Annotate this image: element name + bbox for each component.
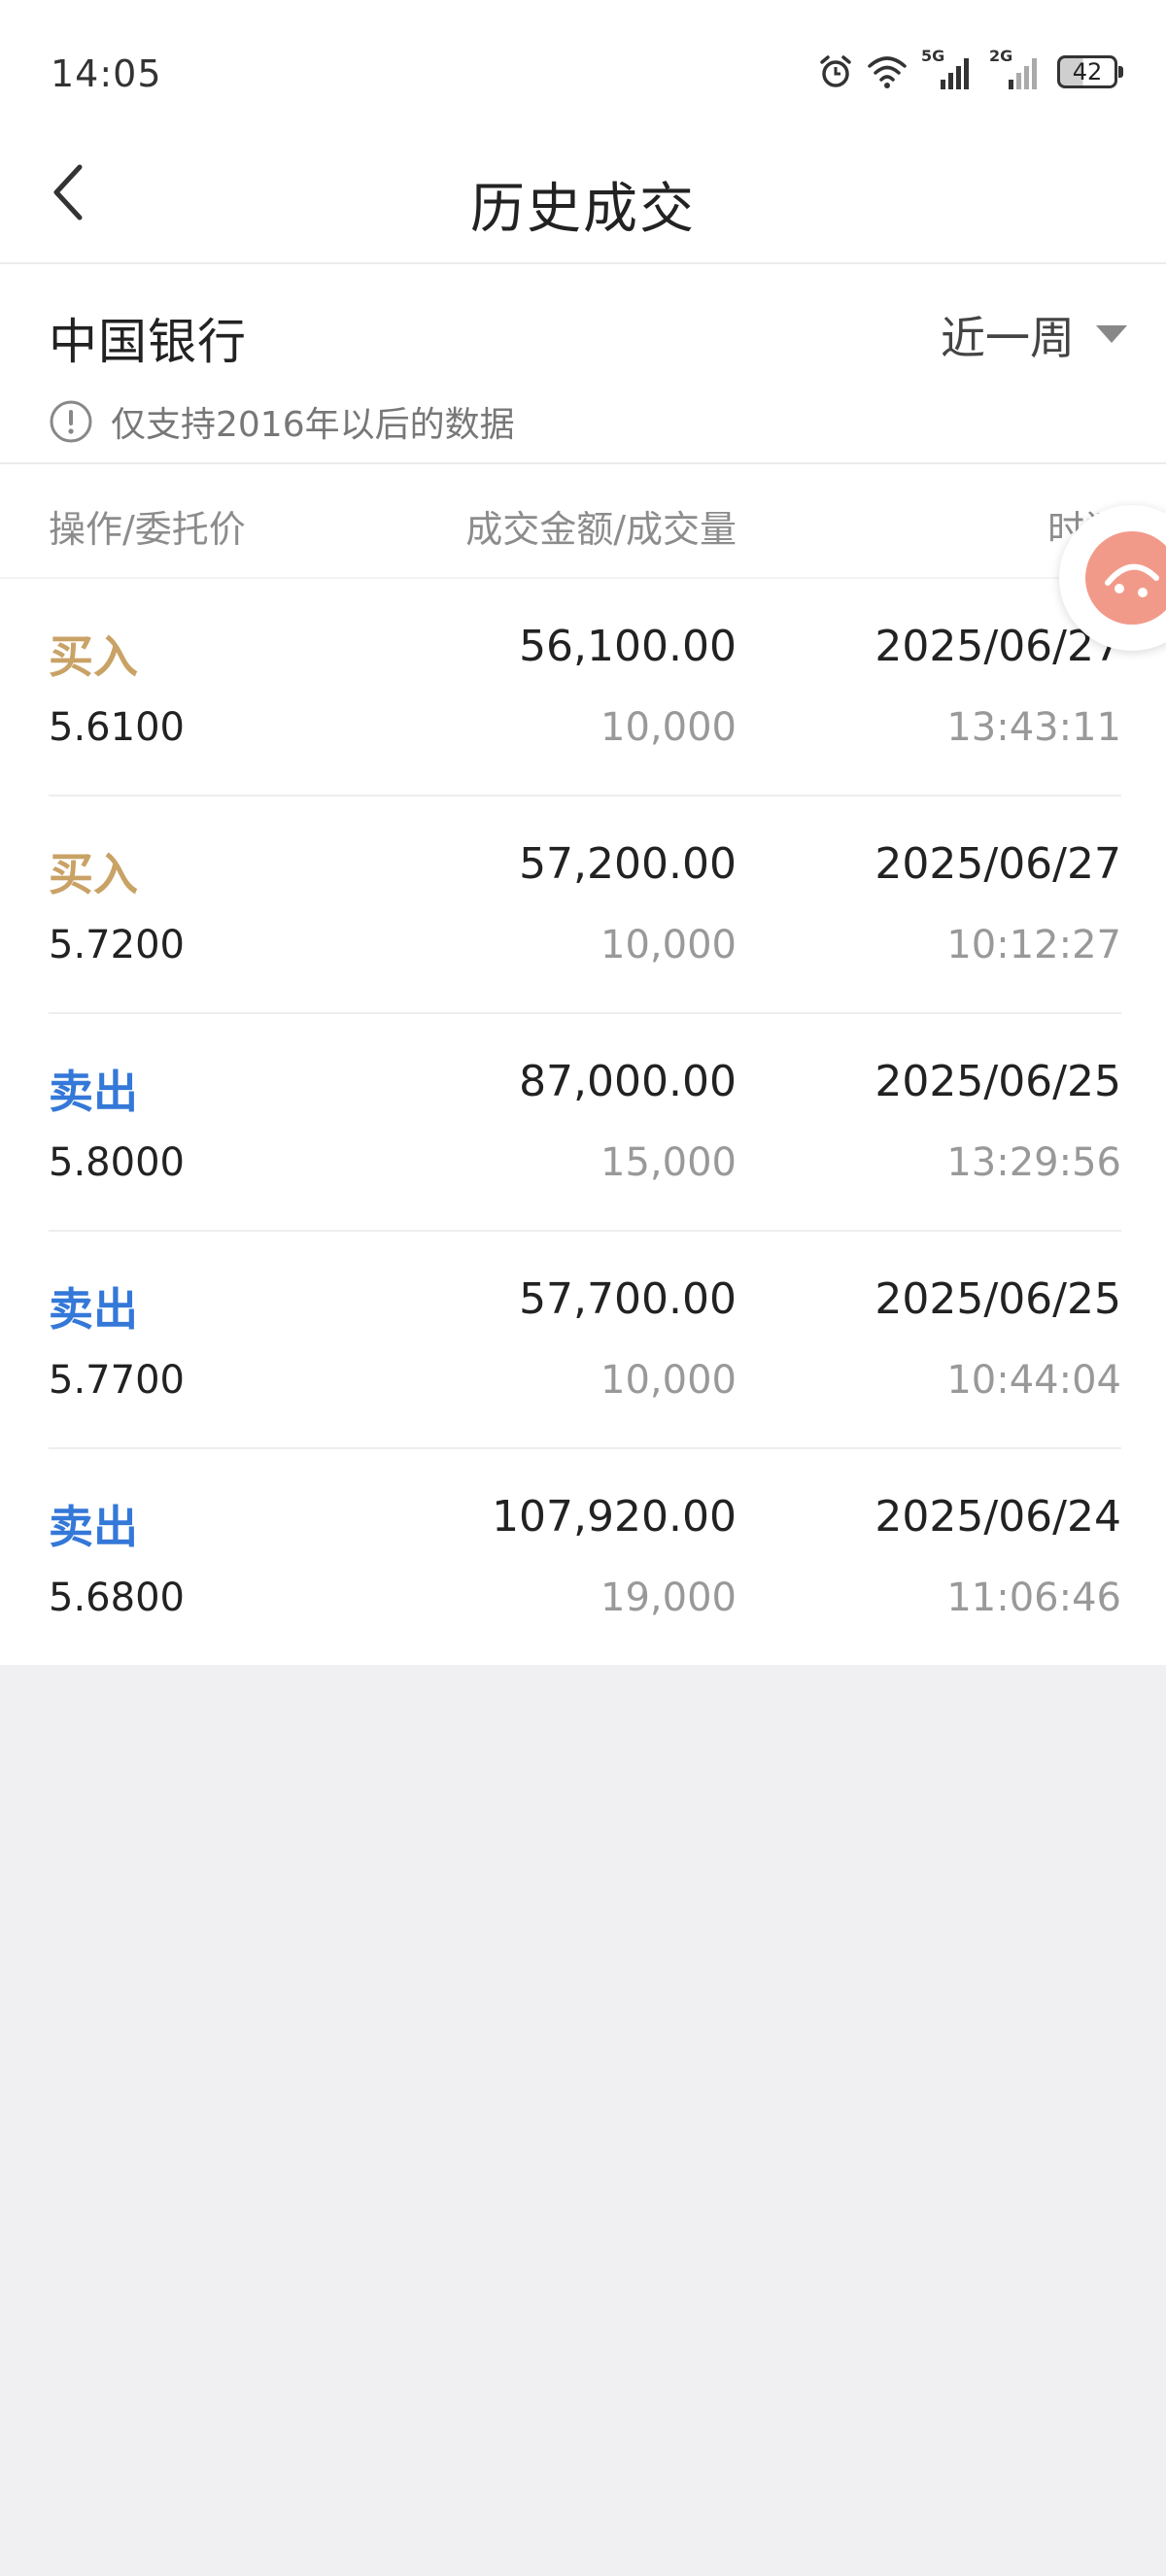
trade-time: 10:12:27 [946,923,1121,967]
trade-amount: 107,920.00 [492,1492,737,1542]
trade-quantity: 10,000 [600,1358,737,1403]
trade-amount: 87,000.00 [519,1057,737,1106]
trade-action: 买入 [49,630,138,683]
column-header-amount-volume: 成交金额/成交量 [465,508,737,551]
nav-header: 历史成交 [0,126,1166,264]
trade-amount: 57,700.00 [519,1274,737,1324]
notice-text: 仅支持2016年以后的数据 [111,405,515,445]
data-range-notice: 仅支持2016年以后的数据 [49,396,515,447]
top-panel: 14:05 5G 2G 42 历史成交 中国银行 近一周 仅支持2016年以后的… [0,0,1166,1665]
trade-date: 2025/06/24 [874,1492,1121,1542]
info-icon [50,400,92,443]
trade-time: 13:29:56 [946,1140,1121,1185]
table-row[interactable]: 卖出 5.7700 57,700.00 10,000 2025/06/25 10… [49,1232,1121,1449]
trade-date: 2025/06/25 [874,1057,1121,1106]
trade-price: 5.8000 [49,1140,185,1185]
trade-action: 卖出 [49,1501,138,1553]
assistant-icon [1085,531,1166,625]
trade-action: 卖出 [49,1283,138,1336]
column-header-action-price: 操作/委托价 [49,508,246,551]
status-time: 14:05 [51,52,162,95]
trade-time: 10:44:04 [946,1358,1121,1403]
trade-amount: 57,200.00 [519,839,737,889]
trade-price: 5.7200 [49,923,185,967]
trade-price: 5.6100 [49,705,185,750]
trade-price: 5.6800 [49,1576,185,1620]
battery-icon: 42 [1057,55,1123,88]
wifi-icon [868,56,907,88]
trade-price: 5.7700 [49,1358,185,1403]
trade-action: 买入 [49,848,138,900]
trade-quantity: 10,000 [600,705,737,750]
alarm-icon [820,55,851,87]
table-row[interactable]: 卖出 5.6800 107,920.00 19,000 2025/06/24 1… [49,1449,1121,1665]
trade-amount: 56,100.00 [519,622,737,671]
trade-quantity: 15,000 [600,1140,737,1185]
period-dropdown[interactable]: 近一周 [941,303,1127,367]
signal-2g-icon: 2G [989,47,1044,91]
trade-quantity: 19,000 [600,1576,737,1620]
status-icons: 5G 2G 42 [818,47,1123,93]
stock-name: 中国银行 [49,314,247,370]
trade-date: 2025/06/27 [874,839,1121,889]
triangle-down-icon [1096,325,1127,343]
table-row[interactable]: 卖出 5.8000 87,000.00 15,000 2025/06/25 13… [49,1014,1121,1232]
status-bar: 14:05 5G 2G 42 [0,0,1166,146]
trade-date: 2025/06/25 [874,1274,1121,1324]
signal-5g-icon: 5G [921,47,976,91]
filter-row: 中国银行 近一周 仅支持2016年以后的数据 [0,264,1166,445]
page-title: 历史成交 [470,178,696,241]
trade-quantity: 10,000 [600,923,737,967]
table-header: 操作/委托价 成交金额/成交量 时间 [0,464,1166,579]
table-row[interactable]: 买入 5.6100 56,100.00 10,000 2025/06/27 13… [49,579,1121,797]
period-label: 近一周 [941,312,1075,364]
trade-time: 13:43:11 [946,705,1121,750]
trade-list: 买入 5.6100 56,100.00 10,000 2025/06/27 13… [0,579,1166,1665]
trade-action: 卖出 [49,1066,138,1118]
battery-level: 42 [1072,58,1103,85]
trade-time: 11:06:46 [946,1576,1121,1620]
table-row[interactable]: 买入 5.7200 57,200.00 10,000 2025/06/27 10… [49,797,1121,1014]
